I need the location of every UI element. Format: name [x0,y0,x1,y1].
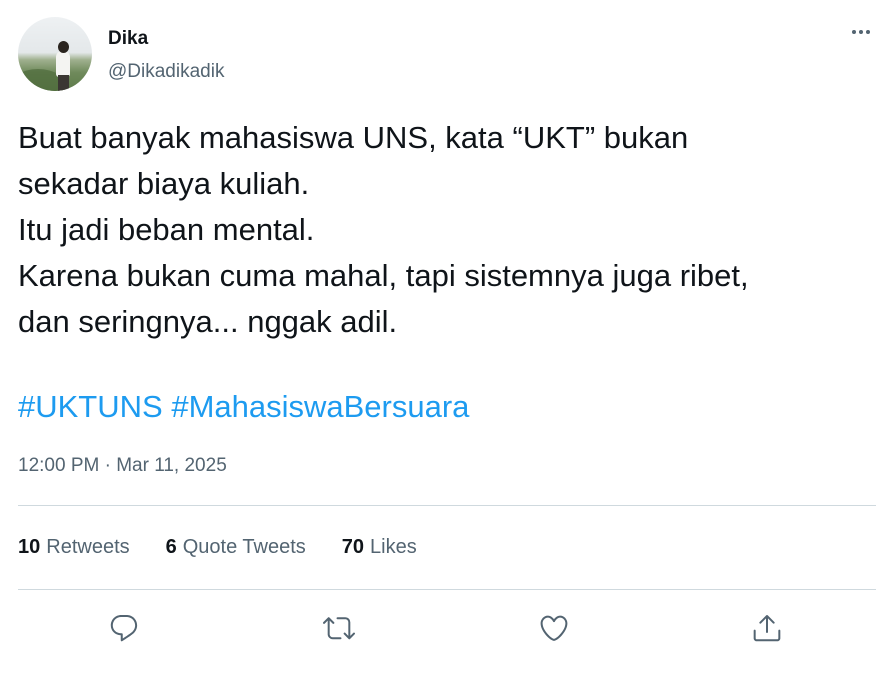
engagement-stats: 10 Retweets 6 Quote Tweets 70 Likes [18,536,453,566]
retweets-stat[interactable]: 10 Retweets [18,536,130,566]
quote-tweets-stat[interactable]: 6 Quote Tweets [166,536,306,566]
more-options-button[interactable] [846,22,876,42]
hashtag-link[interactable]: #UKTUNS [18,389,163,424]
author-display-name[interactable]: Dika [108,28,148,50]
tweet-text-line: Itu jadi beban mental. [18,212,315,247]
tweet-text-line: Karena bukan cuma mahal, tapi sistemnya … [18,258,749,293]
tweet-text: Buat banyak mahasiswa UNS, kata “UKT” bu… [18,115,878,345]
retweets-count: 10 [18,536,41,558]
tweet-timestamp[interactable]: 12:00 PM · Mar 11, 2025 [18,455,227,477]
retweet-button[interactable] [319,608,359,648]
action-bar [0,608,894,648]
retweet-icon [323,617,355,640]
reply-button[interactable] [104,608,144,648]
tweet-text-line: dan seringnya... nggak adil. [18,304,398,339]
avatar-person [56,51,70,77]
author-handle[interactable]: @Dikadikadik [108,61,224,83]
avatar-head [58,41,69,53]
more-dots-icon [852,30,856,34]
likes-label: Likes [370,536,417,558]
tweet-card: Dika @Dikadikadik Buat banyak mahasiswa … [0,0,894,681]
heart-icon [540,615,568,641]
hashtag-link[interactable]: #MahasiswaBersuara [171,389,469,424]
quote-tweets-label: Quote Tweets [182,536,306,558]
tweet-text-line: sekadar biaya kuliah. [18,166,310,201]
avatar[interactable] [18,17,92,91]
tweet-hashtags: #UKTUNS #MahasiswaBersuara [18,384,469,430]
like-button[interactable] [534,608,574,648]
share-button[interactable] [747,608,787,648]
divider [18,589,876,590]
divider [18,505,876,506]
avatar-legs [58,75,69,91]
tweet-text-line: Buat banyak mahasiswa UNS, kata “UKT” bu… [18,120,689,155]
reply-icon [110,614,138,642]
more-dots-icon [866,30,870,34]
retweets-label: Retweets [46,536,130,558]
likes-stat[interactable]: 70 Likes [342,536,417,566]
quote-tweets-count: 6 [165,536,177,558]
more-dots-icon [859,30,863,34]
likes-count: 70 [341,536,365,558]
share-icon [753,615,781,642]
